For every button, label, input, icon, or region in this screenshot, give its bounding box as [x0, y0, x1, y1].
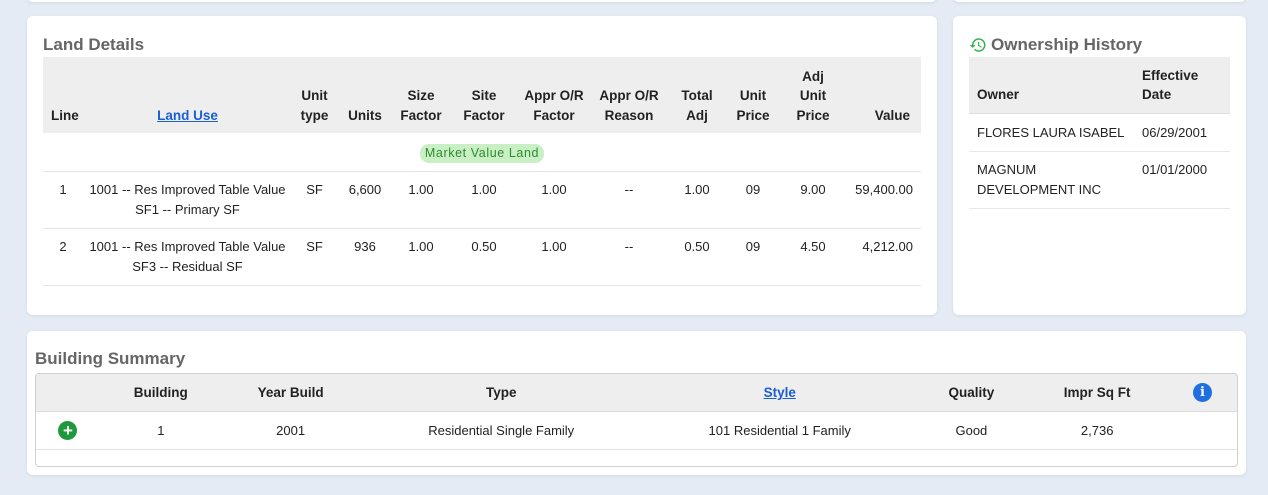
- cell-effective-date: 06/29/2001: [1134, 113, 1230, 152]
- cell-adj-unit-price: 4.50: [781, 228, 845, 286]
- ownership-history-card: Ownership History Owner Effective Date FL…: [953, 16, 1246, 315]
- col-land-use[interactable]: Land Use: [83, 57, 292, 133]
- building-summary-table: Building Year Build Type Style Quality I…: [36, 374, 1237, 450]
- col-info[interactable]: i: [1168, 374, 1237, 412]
- cell-adj-unit-price: 9.00: [781, 171, 845, 229]
- col-year-build: Year Build: [221, 374, 360, 412]
- cell-size-factor: 1.00: [393, 171, 449, 229]
- cell-land-use: 1001 -- Res Improved Table Value SF1 -- P…: [83, 171, 292, 229]
- cell-owner: MAGNUM DEVELOPMENT INC: [969, 151, 1134, 209]
- cell-site-factor: 1.00: [449, 171, 519, 229]
- cell-unit-type: SF: [292, 228, 337, 286]
- ownership-history-table: Owner Effective Date FLORES LAURA ISABEL …: [969, 57, 1230, 209]
- col-unit-type: Unit type: [292, 57, 337, 133]
- history-icon: [969, 38, 986, 52]
- previous-card-bottom: [27, 0, 937, 2]
- col-expand: [36, 374, 100, 412]
- table-row: 2 1001 -- Res Improved Table Value SF3 --…: [43, 228, 921, 286]
- col-building: Building: [99, 374, 222, 412]
- col-type: Type: [359, 374, 643, 412]
- cell-unit-price: 09: [725, 228, 781, 286]
- cell-units: 936: [337, 228, 393, 286]
- cell-info-spacer: [1168, 411, 1237, 450]
- col-owner: Owner: [969, 57, 1134, 114]
- style-link[interactable]: Style: [764, 385, 796, 400]
- building-summary-card: Building Summary Building Year Build Typ…: [27, 331, 1246, 475]
- plus-circle-icon[interactable]: +: [58, 420, 78, 440]
- col-appr-or-reason: Appr O/R Reason: [589, 57, 669, 133]
- previous-card-bottom-right: [953, 0, 1246, 2]
- cell-appr-or-factor: 1.00: [519, 171, 589, 229]
- col-value: Value: [845, 57, 921, 133]
- cell-appr-or-reason: --: [589, 171, 669, 229]
- col-unit-price: Unit Price: [725, 57, 781, 133]
- cell-units: 6,600: [337, 171, 393, 229]
- cell-unit-type: SF: [292, 171, 337, 229]
- cell-line: 1: [43, 171, 83, 229]
- cell-land-use: 1001 -- Res Improved Table Value SF3 -- R…: [83, 228, 292, 286]
- col-total-adj: Total Adj: [669, 57, 725, 133]
- table-row: MAGNUM DEVELOPMENT INC 01/01/2000: [969, 151, 1230, 209]
- cell-impr-sq-ft: 2,736: [1026, 411, 1169, 450]
- col-appr-or-factor: Appr O/R Factor: [519, 57, 589, 133]
- ownership-header-row: Owner Effective Date: [969, 57, 1230, 114]
- cell-appr-or-factor: 1.00: [519, 228, 589, 286]
- market-value-land-badge: Market Value Land: [419, 143, 545, 163]
- cell-owner: FLORES LAURA ISABEL: [969, 113, 1134, 152]
- cell-type: Residential Single Family: [359, 411, 643, 450]
- col-line: Line: [43, 57, 83, 133]
- col-quality: Quality: [916, 374, 1027, 412]
- table-row: FLORES LAURA ISABEL 06/29/2001: [969, 113, 1230, 152]
- cell-appr-or-reason: --: [589, 228, 669, 286]
- col-site-factor: Site Factor: [449, 57, 519, 133]
- land-details-table: Line Land Use Unit type Units Size Factor …: [43, 57, 921, 286]
- cell-effective-date: 01/01/2000: [1134, 151, 1230, 209]
- cell-style: 101 Residential 1 Family: [642, 411, 917, 450]
- land-details-title: Land Details: [43, 35, 145, 54]
- col-units: Units: [337, 57, 393, 133]
- cell-site-factor: 0.50: [449, 228, 519, 286]
- cell-unit-price: 09: [725, 171, 781, 229]
- cell-quality: Good: [916, 411, 1027, 450]
- col-style[interactable]: Style: [642, 374, 917, 412]
- table-row: 1 1001 -- Res Improved Table Value SF1 --…: [43, 171, 921, 229]
- col-adj-unit-price: Adj Unit Price: [781, 57, 845, 133]
- building-header-row: Building Year Build Type Style Quality I…: [36, 374, 1237, 412]
- cell-value: 59,400.00: [845, 171, 921, 229]
- info-icon[interactable]: i: [1193, 382, 1213, 402]
- building-summary-title: Building Summary: [35, 349, 186, 368]
- cell-expand[interactable]: +: [36, 411, 100, 450]
- cell-value: 4,212.00: [845, 228, 921, 286]
- group-row: Market Value Land: [43, 133, 921, 172]
- col-size-factor: Size Factor: [393, 57, 449, 133]
- cell-total-adj: 0.50: [669, 228, 725, 286]
- col-effective-date: Effective Date: [1134, 57, 1230, 114]
- land-details-card: Land Details Line Land Use Unit type Unit…: [27, 16, 937, 315]
- ownership-history-title: Ownership History: [991, 35, 1143, 54]
- land-details-header-row: Line Land Use Unit type Units Size Factor …: [43, 57, 921, 133]
- building-summary-table-container: Building Year Build Type Style Quality I…: [35, 373, 1238, 467]
- cell-size-factor: 1.00: [393, 228, 449, 286]
- col-impr-sq-ft: Impr Sq Ft: [1026, 374, 1169, 412]
- cell-total-adj: 1.00: [669, 171, 725, 229]
- cell-building: 1: [99, 411, 222, 450]
- land-use-link[interactable]: Land Use: [157, 108, 218, 123]
- cell-year-build: 2001: [221, 411, 360, 450]
- cell-line: 2: [43, 228, 83, 286]
- table-row: + 1 2001 Residential Single Family 101 R…: [36, 411, 1237, 450]
